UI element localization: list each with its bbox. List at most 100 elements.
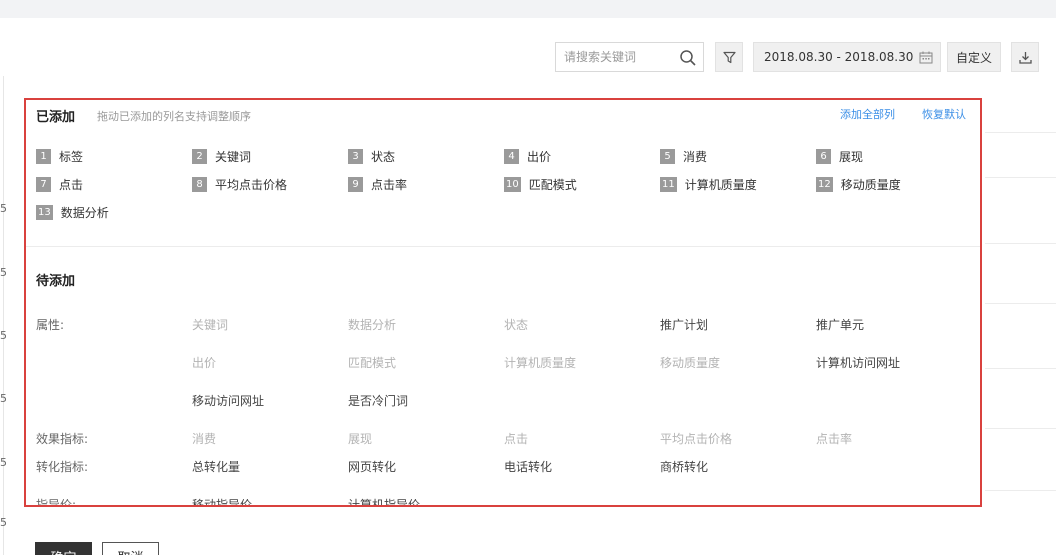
added-column-item[interactable]: 10 匹配模式 [504,176,577,192]
added-section-hint: 拖动已添加的列名支持调整顺序 [97,110,251,123]
pending-option[interactable]: 是否冷门词 [348,392,408,409]
column-order-badge: 12 [816,176,833,192]
column-order-badge: 9 [348,176,363,192]
column-label: 关键词 [215,149,252,164]
background-row-divider [985,490,1056,491]
added-section-title: 已添加 [36,110,76,125]
background-row-value: 5 [0,392,7,405]
pending-option[interactable]: 总转化量 [192,458,240,475]
category-label-effect-metrics: 效果指标: [36,432,89,446]
column-order-badge: 5 [660,148,675,164]
column-order-badge: 7 [36,176,51,192]
pending-option: 状态 [504,318,529,332]
search-box [555,42,704,72]
background-row-divider [985,303,1056,304]
pending-option[interactable]: 推广单元 [816,316,864,333]
pending-option: 点击率 [816,432,853,446]
added-column-item[interactable]: 8 平均点击价格 [192,176,287,192]
column-order-badge: 4 [504,148,519,164]
added-column-item[interactable]: 2 关键词 [192,148,251,164]
search-input[interactable] [564,49,674,65]
added-column-item[interactable]: 7 点击 [36,176,83,192]
pending-option: 移动质量度 [660,356,721,370]
background-row-divider [985,368,1056,369]
filter-icon [723,51,736,64]
background-row-value: 5 [0,202,7,215]
added-column-item[interactable]: 4 出价 [504,148,551,164]
added-column-item[interactable]: 5 消费 [660,148,707,164]
column-label: 出价 [527,149,552,164]
pending-option: 计算机质量度 [504,356,577,370]
date-range-picker[interactable]: 2018.08.30 - 2018.08.30 [753,42,941,72]
background-row-value: 5 [0,266,7,279]
pending-option: 点击 [504,432,529,446]
column-label: 计算机质量度 [684,177,757,192]
category-label-attributes: 属性: [36,318,65,332]
column-order-badge: 10 [504,176,521,192]
column-label: 移动质量度 [840,177,901,192]
column-order-badge: 3 [348,148,363,164]
column-label: 状态 [371,149,396,164]
column-order-badge: 11 [660,176,677,192]
background-row-value: 5 [0,329,7,342]
added-column-item[interactable]: 13 数据分析 [36,204,109,220]
download-icon [1019,52,1032,64]
column-label: 展现 [839,149,864,164]
category-label-conversion-metrics: 转化指标: [36,460,89,474]
background-row-divider [985,132,1056,133]
column-label: 点击 [59,177,84,192]
pending-option: 关键词 [192,318,229,332]
added-column-item[interactable]: 9 点击率 [348,176,407,192]
background-row-value: 5 [0,456,7,469]
download-button[interactable] [1011,42,1039,72]
added-column-item[interactable]: 3 状态 [348,148,395,164]
pending-option: 展现 [348,432,373,446]
pending-option: 数据分析 [348,318,397,332]
added-column-item[interactable]: 11 计算机质量度 [660,176,757,192]
section-divider [26,246,980,247]
background-row-divider [985,177,1056,178]
column-settings-panel: 已添加 拖动已添加的列名支持调整顺序 添加全部列 恢复默认 1 标签 2 关键词 3… [24,98,982,507]
added-column-item[interactable]: 1 标签 [36,148,83,164]
column-label: 标签 [59,149,84,164]
date-range-text: 2018.08.30 - 2018.08.30 [764,50,914,64]
column-order-badge: 2 [192,148,207,164]
column-label: 消费 [683,149,708,164]
pending-option: 出价 [192,356,217,370]
added-column-item[interactable]: 12 移动质量度 [816,176,901,192]
search-icon[interactable] [679,49,697,67]
column-order-badge: 8 [192,176,207,192]
category-label-guide-price: 指导价: [36,498,77,507]
customize-columns-button[interactable]: 自定义 [947,42,1001,72]
pending-option: 消费 [192,432,217,446]
restore-default-link[interactable]: 恢复默认 [922,106,966,122]
pending-option: 匹配模式 [348,356,397,370]
pending-option[interactable]: 移动访问网址 [192,392,264,409]
filter-button[interactable] [715,42,743,72]
column-label: 平均点击价格 [215,177,288,192]
background-row-divider [985,243,1056,244]
column-order-badge: 13 [36,204,53,220]
pending-option[interactable]: 移动指导价 [192,496,252,505]
pending-option[interactable]: 电话转化 [504,458,552,475]
pending-option[interactable]: 商桥转化 [660,458,708,475]
background-row-divider [985,428,1056,429]
pending-option: 平均点击价格 [660,432,733,446]
pending-option[interactable]: 网页转化 [348,458,396,475]
confirm-button[interactable]: 确定 [35,542,92,555]
column-label: 匹配模式 [528,177,577,192]
background-row-value: 5 [0,516,7,529]
pending-option[interactable]: 计算机访问网址 [816,354,900,371]
background-panel-edge [3,76,4,555]
pending-option[interactable]: 推广计划 [660,316,708,333]
column-label: 点击率 [371,177,408,192]
added-column-item[interactable]: 6 展现 [816,148,863,164]
cancel-button[interactable]: 取消 [102,542,159,555]
add-all-columns-link[interactable]: 添加全部列 [840,106,895,122]
calendar-icon [919,51,933,64]
pending-option[interactable]: 计算机指导价 [348,496,420,505]
column-order-badge: 1 [36,148,51,164]
column-order-badge: 6 [816,148,831,164]
pending-section-title: 待添加 [36,274,76,289]
column-label: 数据分析 [60,205,109,220]
